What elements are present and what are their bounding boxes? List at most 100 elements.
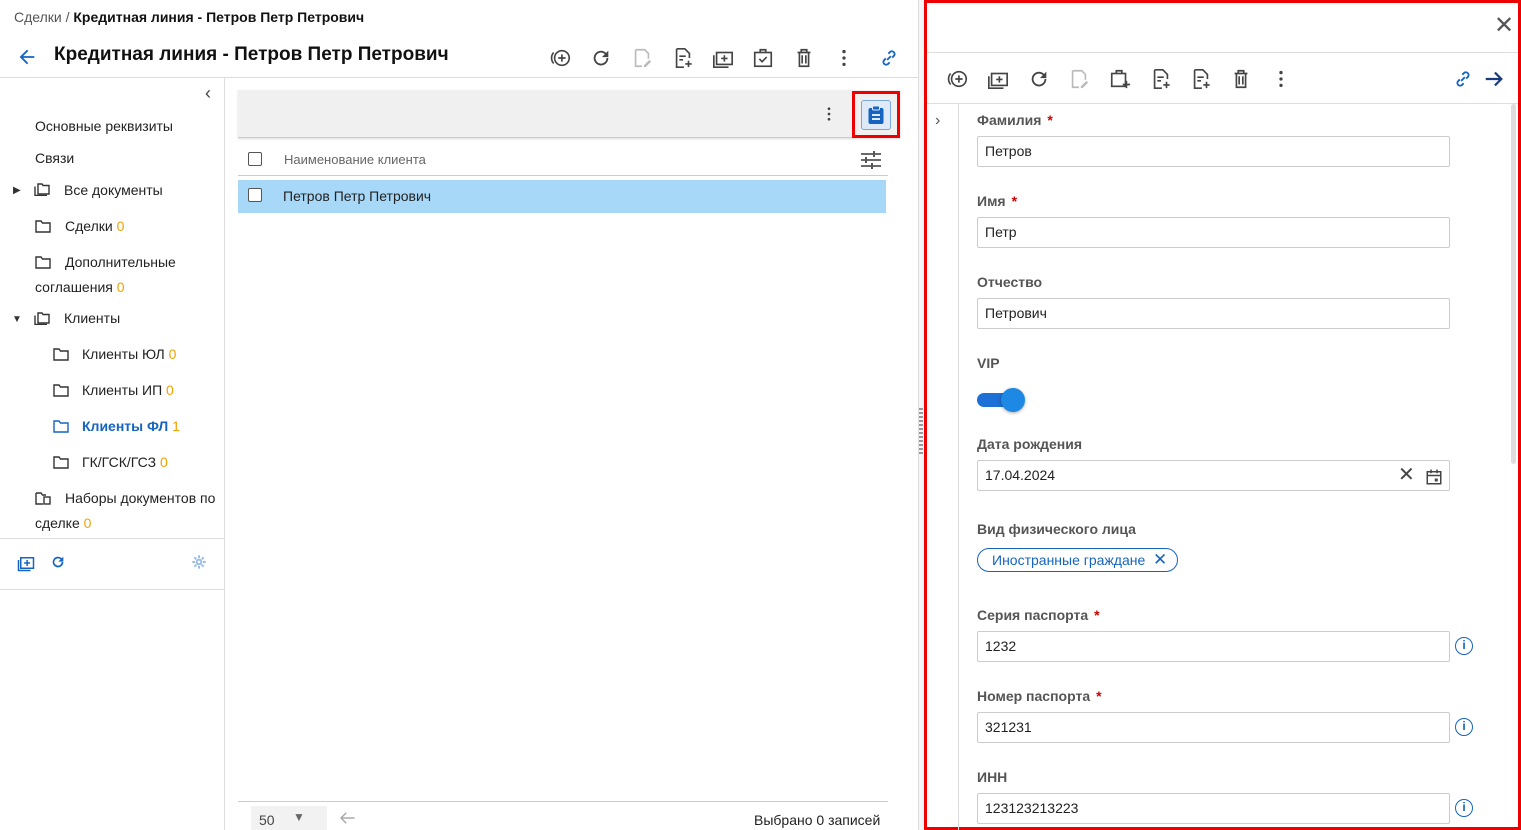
add-case-icon[interactable] xyxy=(1106,65,1134,93)
label-inn: ИНН xyxy=(977,769,1008,785)
add-folder-icon[interactable] xyxy=(984,65,1012,93)
label-vip: VIP xyxy=(977,355,1000,371)
document-set-icon xyxy=(35,492,51,505)
column-settings-icon[interactable] xyxy=(860,150,882,173)
back-arrow-icon[interactable] xyxy=(16,46,44,70)
grid-footer-divider xyxy=(238,801,888,802)
folder-icon xyxy=(53,384,69,397)
panel-divider xyxy=(927,52,1518,53)
sidebar-item-groups[interactable]: ГК/ГСК/ГСЗ 0 xyxy=(82,450,168,475)
refresh-icon[interactable] xyxy=(50,554,66,575)
sidebar-item-doc-sets-line2[interactable]: сделке 0 xyxy=(35,511,91,536)
gear-icon[interactable] xyxy=(191,554,207,575)
collapse-sidebar-icon[interactable]: ‹ xyxy=(198,84,218,104)
client-name-cell: Петров Петр Петрович xyxy=(283,188,432,204)
sidebar-item-clients[interactable]: Клиенты xyxy=(64,306,120,331)
vip-toggle[interactable] xyxy=(977,388,1025,412)
trash-icon[interactable] xyxy=(1227,65,1255,93)
select-all-checkbox[interactable] xyxy=(248,152,262,166)
label-patronymic: Отчество xyxy=(977,274,1043,290)
more-vert-icon[interactable] xyxy=(1267,65,1295,93)
first-name-input[interactable]: Петр xyxy=(977,217,1450,248)
birth-date-input[interactable]: 17.04.2024 ✕ xyxy=(977,460,1450,491)
refresh-icon[interactable] xyxy=(587,44,615,72)
edit-doc-icon xyxy=(628,44,656,72)
chevron-down-icon: ▼ xyxy=(293,810,305,824)
info-icon[interactable]: i xyxy=(1455,718,1473,736)
birth-date-value: 17.04.2024 xyxy=(985,467,1056,483)
label-passport-series: Серия паспорта * xyxy=(977,607,1100,623)
title-row: Кредитная линия - Петров Петр Петрович xyxy=(0,40,918,76)
folder-icon xyxy=(53,456,69,469)
person-type-chip[interactable]: Иностранные граждане ✕ xyxy=(977,548,1179,572)
column-header-client-name[interactable]: Наименование клиента xyxy=(284,152,426,167)
sidebar: ‹ Основные реквизиты Связи ▶ Все докумен… xyxy=(0,78,225,830)
table-row[interactable]: Петров Петр Петрович xyxy=(238,180,886,213)
patronymic-input[interactable]: Петрович xyxy=(977,298,1450,329)
collapse-arrow-icon[interactable]: ▼ xyxy=(12,314,22,325)
calendar-icon[interactable] xyxy=(1425,467,1443,496)
add-folder-icon[interactable] xyxy=(709,44,737,72)
sidebar-item-clients-fl[interactable]: Клиенты ФЛ 1 xyxy=(82,414,180,439)
add-folder-icon[interactable] xyxy=(17,554,35,577)
check-case-icon[interactable] xyxy=(749,44,777,72)
more-vert-icon[interactable] xyxy=(830,44,858,72)
selected-count: Выбрано 0 записей xyxy=(754,812,881,828)
grid-header: Наименование клиента xyxy=(238,142,888,176)
arrow-right-icon[interactable] xyxy=(1480,65,1508,93)
info-icon[interactable]: i xyxy=(1455,637,1473,655)
label-person-type: Вид физического лица xyxy=(977,521,1136,537)
last-name-input[interactable]: Петров xyxy=(977,136,1450,167)
sidebar-item-links[interactable]: Связи xyxy=(35,146,74,171)
expand-arrow-icon[interactable]: ▶ xyxy=(13,185,21,196)
add-doc-icon[interactable] xyxy=(1187,65,1215,93)
sidebar-item-additional-agreements[interactable]: Дополнительные xyxy=(65,250,176,275)
folder-icon xyxy=(35,220,51,233)
label-birth-date: Дата рождения xyxy=(977,436,1083,452)
clear-icon[interactable]: ✕ xyxy=(1398,461,1415,490)
chip-remove-icon[interactable]: ✕ xyxy=(1153,549,1167,571)
details-panel: ✕ › Фамилия * Петров Имя * Петр Отчество… xyxy=(924,0,1521,830)
close-icon[interactable]: ✕ xyxy=(1493,14,1515,38)
refresh-icon[interactable] xyxy=(1025,65,1053,93)
clipboard-icon xyxy=(861,99,891,130)
folders-icon xyxy=(34,183,50,196)
add-circle-icon[interactable] xyxy=(944,65,972,93)
more-vert-icon[interactable] xyxy=(820,104,838,129)
grid-toolbar xyxy=(238,90,900,138)
inn-input[interactable]: 123123213223 xyxy=(977,793,1450,824)
page-title: Кредитная линия - Петров Петр Петрович xyxy=(54,44,449,65)
clipboard-button[interactable] xyxy=(852,91,900,138)
sidebar-item-deals[interactable]: Сделки 0 xyxy=(65,214,124,239)
trash-icon[interactable] xyxy=(790,44,818,72)
row-checkbox[interactable] xyxy=(248,188,262,202)
page-size-value: 50 xyxy=(259,812,275,828)
sidebar-item-all-docs[interactable]: Все документы xyxy=(64,178,163,203)
breadcrumb: Сделки / Кредитная линия - Петров Петр П… xyxy=(14,9,364,25)
info-icon[interactable]: i xyxy=(1455,799,1473,817)
panel-divider xyxy=(927,103,1518,104)
add-circle-icon[interactable] xyxy=(547,44,575,72)
sidebar-item-doc-sets[interactable]: Наборы документов по xyxy=(65,486,215,511)
page-size-select[interactable]: 50 ▼ xyxy=(251,806,327,830)
panel-side-strip: › xyxy=(927,104,959,830)
breadcrumb-root[interactable]: Сделки xyxy=(14,9,62,25)
passport-series-input[interactable]: 1232 xyxy=(977,631,1450,662)
passport-number-input[interactable]: 321231 xyxy=(977,712,1450,743)
sidebar-item-additional-agreements-line2[interactable]: соглашения 0 xyxy=(35,275,125,300)
splitter-grip-icon[interactable] xyxy=(919,408,923,454)
sidebar-item-clients-ip[interactable]: Клиенты ИП 0 xyxy=(82,378,174,403)
sidebar-item-main-details[interactable]: Основные реквизиты xyxy=(35,114,173,139)
link-icon[interactable] xyxy=(875,44,903,72)
scrollbar[interactable] xyxy=(1511,104,1516,464)
sidebar-divider xyxy=(0,538,225,539)
folder-icon xyxy=(53,348,69,361)
link-icon[interactable] xyxy=(1449,65,1477,93)
add-doc-icon[interactable] xyxy=(1147,65,1175,93)
add-doc-icon[interactable] xyxy=(669,44,697,72)
chevron-right-icon[interactable]: › xyxy=(935,112,940,130)
prev-page-icon[interactable] xyxy=(338,810,356,830)
breadcrumb-separator: / xyxy=(65,9,70,25)
sidebar-item-clients-ul[interactable]: Клиенты ЮЛ 0 xyxy=(82,342,176,367)
label-last-name: Фамилия * xyxy=(977,112,1053,128)
